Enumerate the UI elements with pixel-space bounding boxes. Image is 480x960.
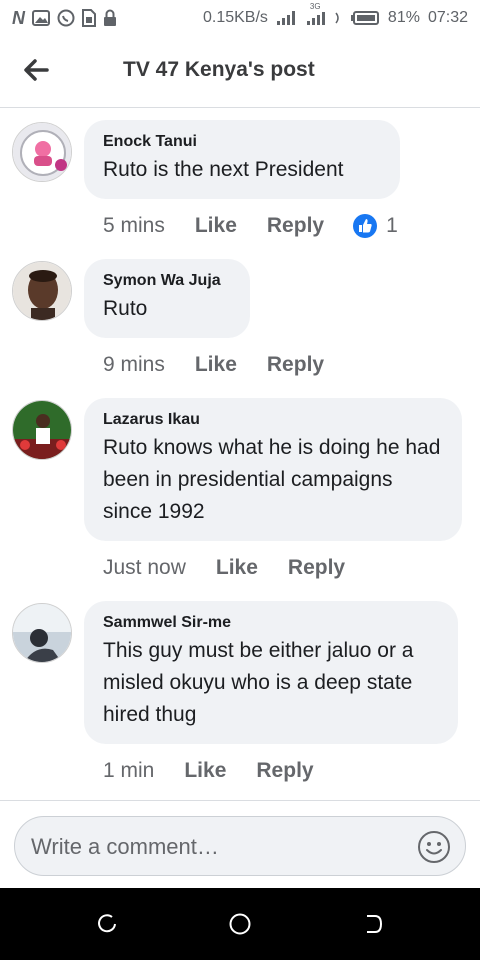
battery-icon xyxy=(350,10,380,26)
status-right-icons: 0.15KB/s 3G 81% 07:32 xyxy=(202,2,468,27)
reply-button[interactable]: Reply xyxy=(256,759,313,783)
like-button[interactable]: Like xyxy=(195,353,237,377)
system-nav-bar xyxy=(0,888,480,960)
reaction-summary[interactable]: 1 xyxy=(352,213,398,239)
divider xyxy=(0,800,480,801)
comment-text: This guy must be either jaluo or a misle… xyxy=(103,639,414,726)
comment-placeholder: Write a comment… xyxy=(31,834,219,859)
comment-time[interactable]: Just now xyxy=(103,556,186,580)
netflix-n-icon: N xyxy=(12,7,25,28)
comment-text: Ruto is the next President xyxy=(103,158,344,181)
emoji-button[interactable] xyxy=(417,830,451,869)
like-reaction-icon xyxy=(353,214,378,238)
reply-button[interactable]: Reply xyxy=(267,214,324,238)
network-type-label: 3G xyxy=(309,2,321,11)
arrow-left-icon xyxy=(24,59,49,81)
comment-bubble[interactable]: Enock Tanui Ruto is the next President xyxy=(84,120,400,199)
comment-time[interactable]: 1 min xyxy=(103,759,154,783)
battery-percent: 81% xyxy=(387,9,420,26)
vibrate-icon xyxy=(334,11,342,25)
comment-author[interactable]: Enock Tanui xyxy=(103,132,380,152)
comment-author[interactable]: Sammwel Sir-me xyxy=(103,613,438,633)
like-button[interactable]: Like xyxy=(184,759,226,783)
like-button[interactable]: Like xyxy=(216,556,258,580)
home-icon xyxy=(229,913,251,935)
network-speed: 0.15KB/s xyxy=(202,9,268,26)
reply-button[interactable]: Reply xyxy=(267,353,324,377)
comment-author[interactable]: Symon Wa Juja xyxy=(103,271,230,291)
back-nav-icon xyxy=(367,915,383,933)
post-header: TV 47 Kenya's post xyxy=(0,36,480,108)
home-button[interactable] xyxy=(228,912,252,936)
comment-actions: 9 mins Like Reply xyxy=(103,349,354,381)
comment-bubble[interactable]: Symon Wa Juja Ruto xyxy=(84,259,250,338)
avatar[interactable] xyxy=(12,261,72,321)
comment-author[interactable]: Lazarus Ikau xyxy=(103,410,442,430)
comment-bubble[interactable]: Lazarus Ikau Ruto knows what he is doing… xyxy=(84,398,462,541)
smiley-icon xyxy=(418,831,450,863)
back-nav-button[interactable] xyxy=(361,912,385,936)
avatar[interactable] xyxy=(12,400,72,460)
sim-icon xyxy=(82,9,96,27)
status-bar: N 0.15KB/s 3G 81% 07:32 xyxy=(0,0,480,36)
recent-apps-button[interactable] xyxy=(95,912,119,936)
status-left-icons: N xyxy=(12,8,117,29)
back-button[interactable] xyxy=(20,54,52,86)
comment-actions: 5 mins Like Reply 1 xyxy=(103,210,398,242)
comment-time[interactable]: 5 mins xyxy=(103,214,165,238)
avatar[interactable] xyxy=(12,603,72,663)
comment-text: Ruto xyxy=(103,297,148,320)
comment-actions: Just now Like Reply xyxy=(103,552,375,584)
whatsapp-icon xyxy=(57,9,75,27)
comment-time[interactable]: 9 mins xyxy=(103,353,165,377)
clock: 07:32 xyxy=(427,9,468,26)
image-icon xyxy=(32,10,50,26)
comment-actions: 1 min Like Reply xyxy=(103,755,344,787)
comment-text: Ruto knows what he is doing he had been … xyxy=(103,436,441,523)
reaction-count: 1 xyxy=(386,214,398,237)
lock-icon xyxy=(103,9,117,27)
reply-button[interactable]: Reply xyxy=(288,556,345,580)
avatar[interactable] xyxy=(12,122,72,182)
signal-icon xyxy=(276,10,298,26)
recent-apps-icon xyxy=(98,914,116,933)
signal-3g-icon: 3G xyxy=(306,2,326,26)
page-title: TV 47 Kenya's post xyxy=(123,58,315,81)
comment-bubble[interactable]: Sammwel Sir-me This guy must be either j… xyxy=(84,601,458,744)
comment-input[interactable]: Write a comment… xyxy=(14,816,466,876)
like-button[interactable]: Like xyxy=(195,214,237,238)
